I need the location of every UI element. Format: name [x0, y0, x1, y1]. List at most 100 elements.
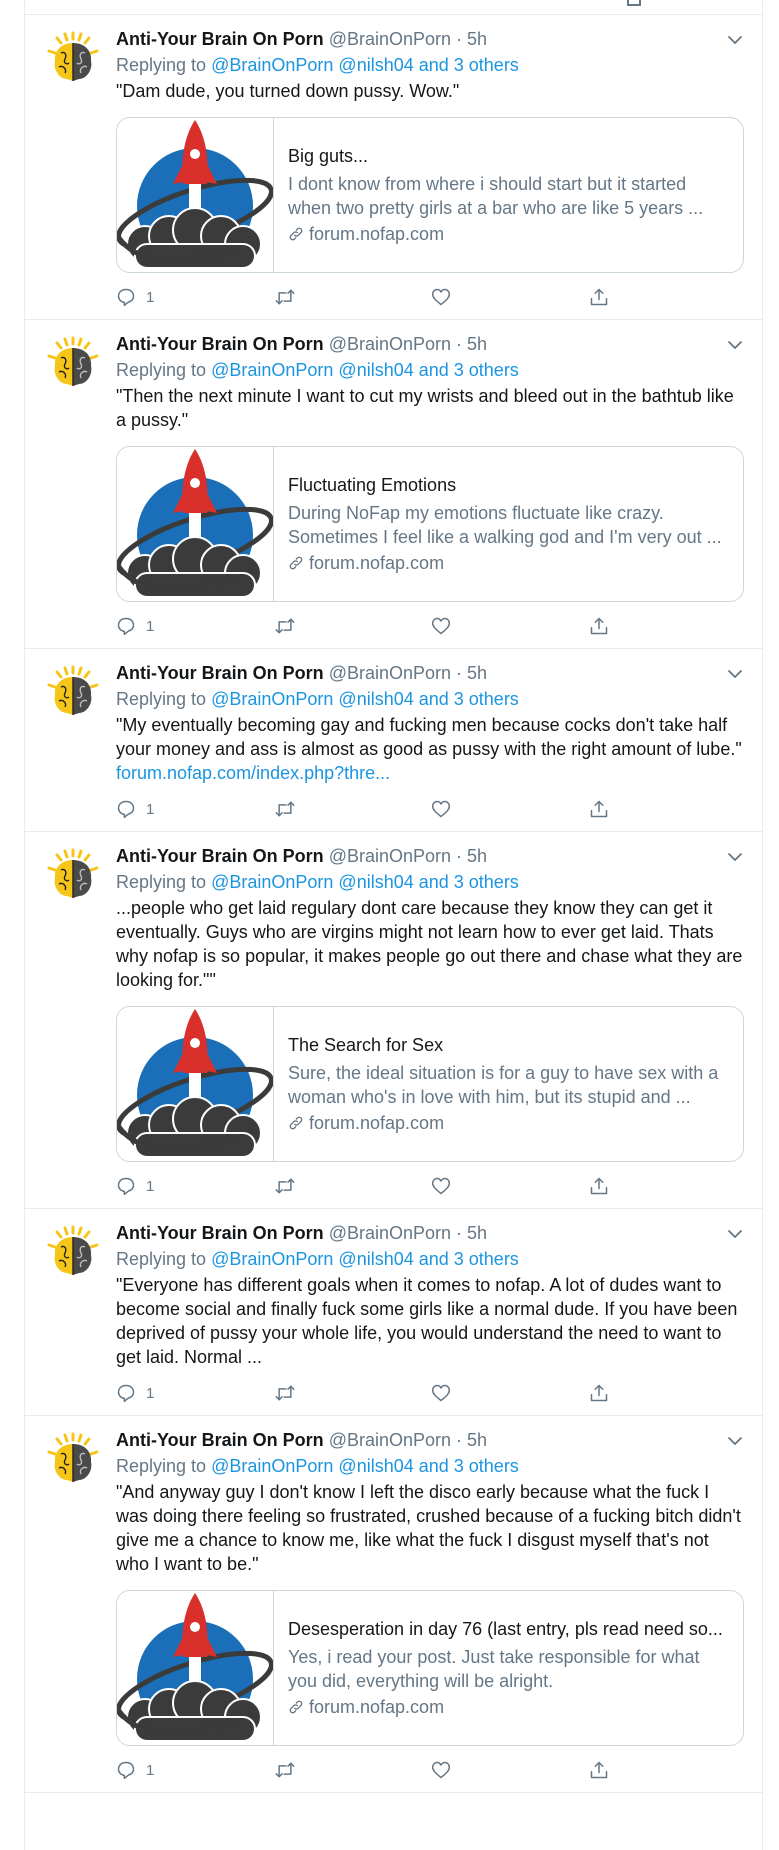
- reply-action[interactable]: 1: [116, 1383, 274, 1403]
- share-action[interactable]: [589, 1383, 747, 1403]
- mention-link[interactable]: @BrainOnPorn: [211, 872, 333, 892]
- mention-link[interactable]: @BrainOnPorn: [211, 689, 333, 709]
- retweet-icon[interactable]: [274, 1383, 296, 1403]
- heart-icon[interactable]: [431, 1176, 451, 1196]
- user-handle[interactable]: @BrainOnPorn: [329, 1430, 451, 1450]
- display-name[interactable]: Anti-Your Brain On Porn: [116, 334, 324, 354]
- like-action[interactable]: [431, 1760, 589, 1780]
- mention-others-link[interactable]: @nilsh04 and 3 others: [338, 55, 518, 75]
- avatar[interactable]: [43, 663, 103, 723]
- retweet-action[interactable]: [274, 1383, 432, 1403]
- chevron-down-icon[interactable]: [726, 848, 744, 866]
- tweet[interactable]: Anti-Your Brain On Porn @BrainOnPorn · 5…: [25, 320, 762, 649]
- share-icon[interactable]: [589, 287, 609, 307]
- mention-link[interactable]: @BrainOnPorn: [211, 1249, 333, 1269]
- share-action[interactable]: [589, 287, 747, 307]
- like-action[interactable]: [431, 616, 589, 636]
- tweet[interactable]: Anti-Your Brain On Porn @BrainOnPorn · 5…: [25, 832, 762, 1209]
- display-name[interactable]: Anti-Your Brain On Porn: [116, 663, 324, 683]
- share-icon[interactable]: [589, 799, 609, 819]
- heart-icon[interactable]: [431, 1383, 451, 1403]
- timestamp[interactable]: 5h: [467, 1430, 487, 1450]
- reply-icon[interactable]: [116, 287, 136, 307]
- timestamp[interactable]: 5h: [467, 29, 487, 49]
- tweet[interactable]: Anti-Your Brain On Porn @BrainOnPorn · 5…: [25, 15, 762, 320]
- tweet[interactable]: Anti-Your Brain On Porn @BrainOnPorn · 5…: [25, 1209, 762, 1416]
- display-name[interactable]: Anti-Your Brain On Porn: [116, 29, 324, 49]
- heart-icon[interactable]: [431, 799, 451, 819]
- reply-icon[interactable]: [116, 616, 136, 636]
- mention-others-link[interactable]: @nilsh04 and 3 others: [338, 689, 518, 709]
- link-card[interactable]: Fluctuating Emotions During NoFap my emo…: [116, 446, 744, 602]
- retweet-icon[interactable]: [274, 616, 296, 636]
- like-action[interactable]: [431, 287, 589, 307]
- reply-icon[interactable]: [116, 799, 136, 819]
- mention-link[interactable]: @BrainOnPorn: [211, 360, 333, 380]
- mention-others-link[interactable]: @nilsh04 and 3 others: [338, 872, 518, 892]
- tweet[interactable]: Anti-Your Brain On Porn @BrainOnPorn · 5…: [25, 649, 762, 832]
- timestamp[interactable]: 5h: [467, 846, 487, 866]
- retweet-action[interactable]: [274, 1760, 432, 1780]
- mention-link[interactable]: @BrainOnPorn: [211, 1456, 333, 1476]
- heart-icon[interactable]: [431, 616, 451, 636]
- heart-icon[interactable]: [431, 1760, 451, 1780]
- reply-action[interactable]: 1: [116, 287, 274, 307]
- mention-others-link[interactable]: @nilsh04 and 3 others: [338, 360, 518, 380]
- heart-icon[interactable]: [431, 287, 451, 307]
- retweet-action[interactable]: [274, 287, 432, 307]
- display-name[interactable]: Anti-Your Brain On Porn: [116, 1430, 324, 1450]
- link-card[interactable]: Desesperation in day 76 (last entry, pls…: [116, 1590, 744, 1746]
- like-action[interactable]: [431, 1176, 589, 1196]
- chevron-down-icon[interactable]: [726, 1225, 744, 1243]
- reply-icon[interactable]: [116, 1383, 136, 1403]
- chevron-down-icon[interactable]: [726, 31, 744, 49]
- reply-icon[interactable]: [116, 1176, 136, 1196]
- user-handle[interactable]: @BrainOnPorn: [329, 663, 451, 683]
- retweet-action[interactable]: [274, 799, 432, 819]
- share-action[interactable]: [589, 1176, 747, 1196]
- share-action[interactable]: [589, 1760, 747, 1780]
- share-action[interactable]: [589, 799, 747, 819]
- share-action[interactable]: [589, 616, 747, 636]
- mention-link[interactable]: @BrainOnPorn: [211, 55, 333, 75]
- link-card[interactable]: Big guts... I dont know from where i sho…: [116, 117, 744, 273]
- user-handle[interactable]: @BrainOnPorn: [329, 334, 451, 354]
- retweet-icon[interactable]: [274, 1760, 296, 1780]
- avatar[interactable]: [43, 846, 103, 906]
- chevron-down-icon[interactable]: [726, 665, 744, 683]
- share-icon[interactable]: [589, 1383, 609, 1403]
- timestamp[interactable]: 5h: [467, 1223, 487, 1243]
- mention-others-link[interactable]: @nilsh04 and 3 others: [338, 1249, 518, 1269]
- retweet-icon[interactable]: [274, 1176, 296, 1196]
- user-handle[interactable]: @BrainOnPorn: [329, 1223, 451, 1243]
- tweet-link[interactable]: forum.nofap.com/index.php?thre...: [116, 761, 746, 785]
- avatar[interactable]: [43, 1430, 103, 1490]
- link-card[interactable]: The Search for Sex Sure, the ideal situa…: [116, 1006, 744, 1162]
- retweet-action[interactable]: [274, 1176, 432, 1196]
- user-handle[interactable]: @BrainOnPorn: [329, 846, 451, 866]
- reply-action[interactable]: 1: [116, 1760, 274, 1780]
- share-icon[interactable]: [589, 1176, 609, 1196]
- share-icon[interactable]: [589, 616, 609, 636]
- avatar[interactable]: [43, 29, 103, 89]
- tweet[interactable]: Anti-Your Brain On Porn @BrainOnPorn · 5…: [25, 1416, 762, 1793]
- retweet-icon[interactable]: [274, 287, 296, 307]
- timestamp[interactable]: 5h: [467, 334, 487, 354]
- timestamp[interactable]: 5h: [467, 663, 487, 683]
- chevron-down-icon[interactable]: [726, 336, 744, 354]
- share-icon[interactable]: [627, 0, 641, 6]
- reply-icon[interactable]: [116, 1760, 136, 1780]
- user-handle[interactable]: @BrainOnPorn: [329, 29, 451, 49]
- like-action[interactable]: [431, 799, 589, 819]
- like-action[interactable]: [431, 1383, 589, 1403]
- display-name[interactable]: Anti-Your Brain On Porn: [116, 846, 324, 866]
- avatar[interactable]: [43, 334, 103, 394]
- retweet-icon[interactable]: [274, 799, 296, 819]
- reply-action[interactable]: 1: [116, 1176, 274, 1196]
- chevron-down-icon[interactable]: [726, 1432, 744, 1450]
- retweet-action[interactable]: [274, 616, 432, 636]
- mention-others-link[interactable]: @nilsh04 and 3 others: [338, 1456, 518, 1476]
- avatar[interactable]: [43, 1223, 103, 1283]
- display-name[interactable]: Anti-Your Brain On Porn: [116, 1223, 324, 1243]
- reply-action[interactable]: 1: [116, 616, 274, 636]
